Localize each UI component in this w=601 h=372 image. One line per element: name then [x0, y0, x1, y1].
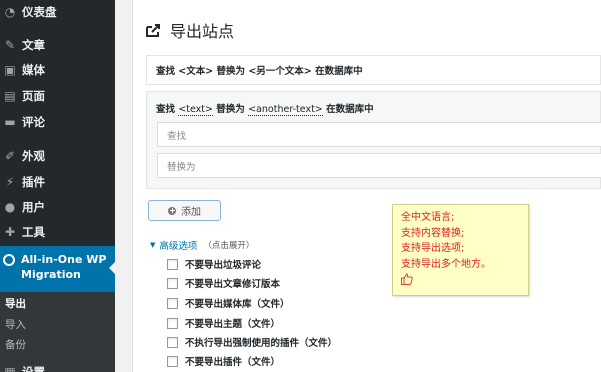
media-icon: ▣ [4, 63, 16, 77]
annotation-note: 全中文语言; 支持内容替换; 支持导出选项; 支持导出多个地方。 [392, 204, 529, 296]
pin-icon: ✎ [4, 38, 16, 52]
note-line: 全中文语言; [401, 212, 455, 223]
option-label: 不要导出垃圾评论 [185, 260, 262, 271]
submenu-item-import[interactable]: 导入 [5, 317, 26, 332]
sidebar-item-label: 工具 [22, 225, 45, 239]
advanced-options-hint: （点击展开） [203, 241, 255, 251]
sidebar-item-label: 外观 [22, 149, 45, 163]
submenu-item-backups[interactable]: 备份 [5, 337, 26, 352]
find-replace-panel: 查找 <text> 替换为 <another-text> 在数据库中 查找 替换… [146, 91, 601, 189]
checkbox[interactable] [167, 355, 178, 367]
plugins-icon: ⚡ [5, 175, 15, 189]
sidebar-item-tools[interactable]: ✚ 工具 [0, 224, 115, 240]
checkbox[interactable] [167, 297, 178, 309]
migration-icon [3, 254, 15, 266]
pages-icon: ▤ [4, 89, 16, 103]
sidebar-item-posts[interactable]: ✎ 文章 [0, 37, 115, 53]
add-button[interactable]: 添加 [148, 200, 221, 221]
heading-middle: 替换为 [212, 104, 249, 115]
option-no-plugins[interactable]: 不要导出插件（文件） [167, 354, 280, 368]
advanced-options-toggle[interactable]: ▼ 高级选项 （点击展开） [150, 238, 254, 252]
heading-prefix: 查找 [156, 104, 179, 115]
comments-icon: ▬ [4, 115, 16, 129]
sidebar-item-label: 仪表盘 [22, 5, 57, 19]
export-icon [146, 24, 160, 37]
settings-icon: ▦ [4, 365, 16, 372]
users-icon: ● [4, 200, 16, 214]
sidebar-item-settings[interactable]: ▦ 设置 [0, 364, 115, 372]
option-no-media[interactable]: 不要导出媒体库（文件） [167, 296, 290, 310]
admin-sidebar: ◔ 仪表盘 ✎ 文章 ▣ 媒体 ▤ 页面 ▬ 评论 ✐ 外观 ⚡ 插件 ● 用户… [0, 0, 116, 372]
sidebar-item-label: 设置 [22, 365, 45, 372]
option-label: 不要导出媒体库（文件） [185, 299, 290, 310]
text-token: <text> [178, 104, 213, 116]
appearance-icon: ✐ [4, 149, 16, 163]
checkbox[interactable] [167, 258, 178, 270]
sidebar-item-label: 用户 [22, 200, 45, 214]
option-no-themes[interactable]: 不要导出主题（文件） [167, 316, 280, 330]
heading-suffix: 在数据库中 [322, 104, 374, 115]
sidebar-item-label: 文章 [22, 38, 45, 52]
sidebar-item-migration-label: All-in-One WP Migration [21, 253, 107, 281]
sidebar-item-dashboard[interactable]: ◔ 仪表盘 [0, 4, 115, 20]
sidebar-item-plugins[interactable]: ⚡ 插件 [0, 174, 115, 190]
option-label: 不要导出插件（文件） [185, 357, 281, 368]
option-label: 不要导出主题（文件） [185, 319, 281, 330]
page-title-text: 导出站点 [170, 22, 235, 41]
find-replace-toggle[interactable]: 查找 <文本> 替换为 <另一个文本> 在数据库中 [146, 55, 601, 85]
option-label: 不要导出文章修订版本 [185, 279, 281, 290]
plus-circle-icon [168, 206, 176, 215]
sidebar-item-label: 评论 [22, 115, 45, 129]
advanced-options-label: 高级选项 [159, 241, 198, 252]
option-label: 不执行导出强制使用的插件（文件） [185, 338, 338, 349]
note-line: 支持导出选项; [401, 243, 465, 254]
find-input[interactable]: 查找 [157, 122, 601, 147]
checkbox[interactable] [167, 317, 178, 329]
sidebar-item-users[interactable]: ● 用户 [0, 199, 115, 215]
sidebar-item-appearance[interactable]: ✐ 外观 [0, 148, 115, 164]
page-title: 导出站点 [146, 18, 234, 42]
checkbox[interactable] [167, 277, 178, 289]
sidebar-item-comments[interactable]: ▬ 评论 [0, 114, 115, 130]
option-no-spam-comments[interactable]: 不要导出垃圾评论 [167, 257, 261, 271]
option-no-revisions[interactable]: 不要导出文章修订版本 [167, 276, 280, 290]
sidebar-item-media[interactable]: ▣ 媒体 [0, 62, 115, 78]
another-text-token: <another-text> [248, 104, 323, 116]
migration-submenu: 导出 导入 备份 ▦ 设置 [0, 292, 115, 372]
triangle-down-icon: ▼ [150, 241, 156, 249]
option-no-mu-plugins[interactable]: 不执行导出强制使用的插件（文件） [167, 335, 337, 349]
thumbs-up-icon [401, 273, 413, 285]
sidebar-item-label: 插件 [22, 175, 45, 189]
note-line: 支持导出多个地方。 [401, 258, 491, 270]
active-menu-arrow [109, 261, 116, 275]
replace-input[interactable]: 替换为 [157, 153, 601, 178]
sidebar-item-pages[interactable]: ▤ 页面 [0, 88, 115, 104]
sidebar-item-label: 媒体 [22, 63, 45, 77]
tools-icon: ✚ [4, 225, 16, 239]
note-line: 支持内容替换; [401, 227, 465, 239]
sidebar-item-label: 页面 [22, 89, 45, 103]
checkbox[interactable] [167, 336, 178, 348]
dashboard-icon: ◔ [4, 5, 16, 19]
add-button-label: 添加 [181, 207, 201, 218]
submenu-item-export[interactable]: 导出 [5, 296, 26, 311]
find-replace-heading: 查找 <text> 替换为 <another-text> 在数据库中 [156, 101, 374, 116]
